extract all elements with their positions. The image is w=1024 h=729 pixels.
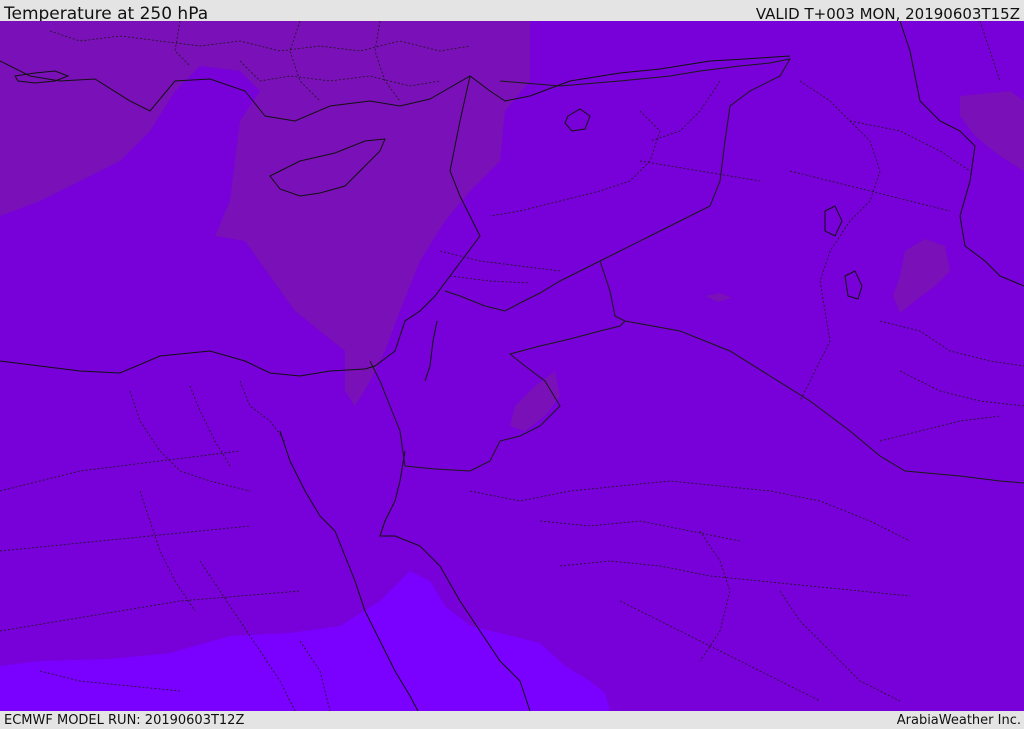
model-run-label: ECMWF MODEL RUN: 20190603T12Z	[4, 713, 245, 728]
temperature-map	[0, 21, 1024, 711]
weather-map-page: Temperature at 250 hPa VALID T+003 MON, …	[0, 0, 1024, 729]
credit-label: ArabiaWeather Inc.	[896, 713, 1021, 728]
